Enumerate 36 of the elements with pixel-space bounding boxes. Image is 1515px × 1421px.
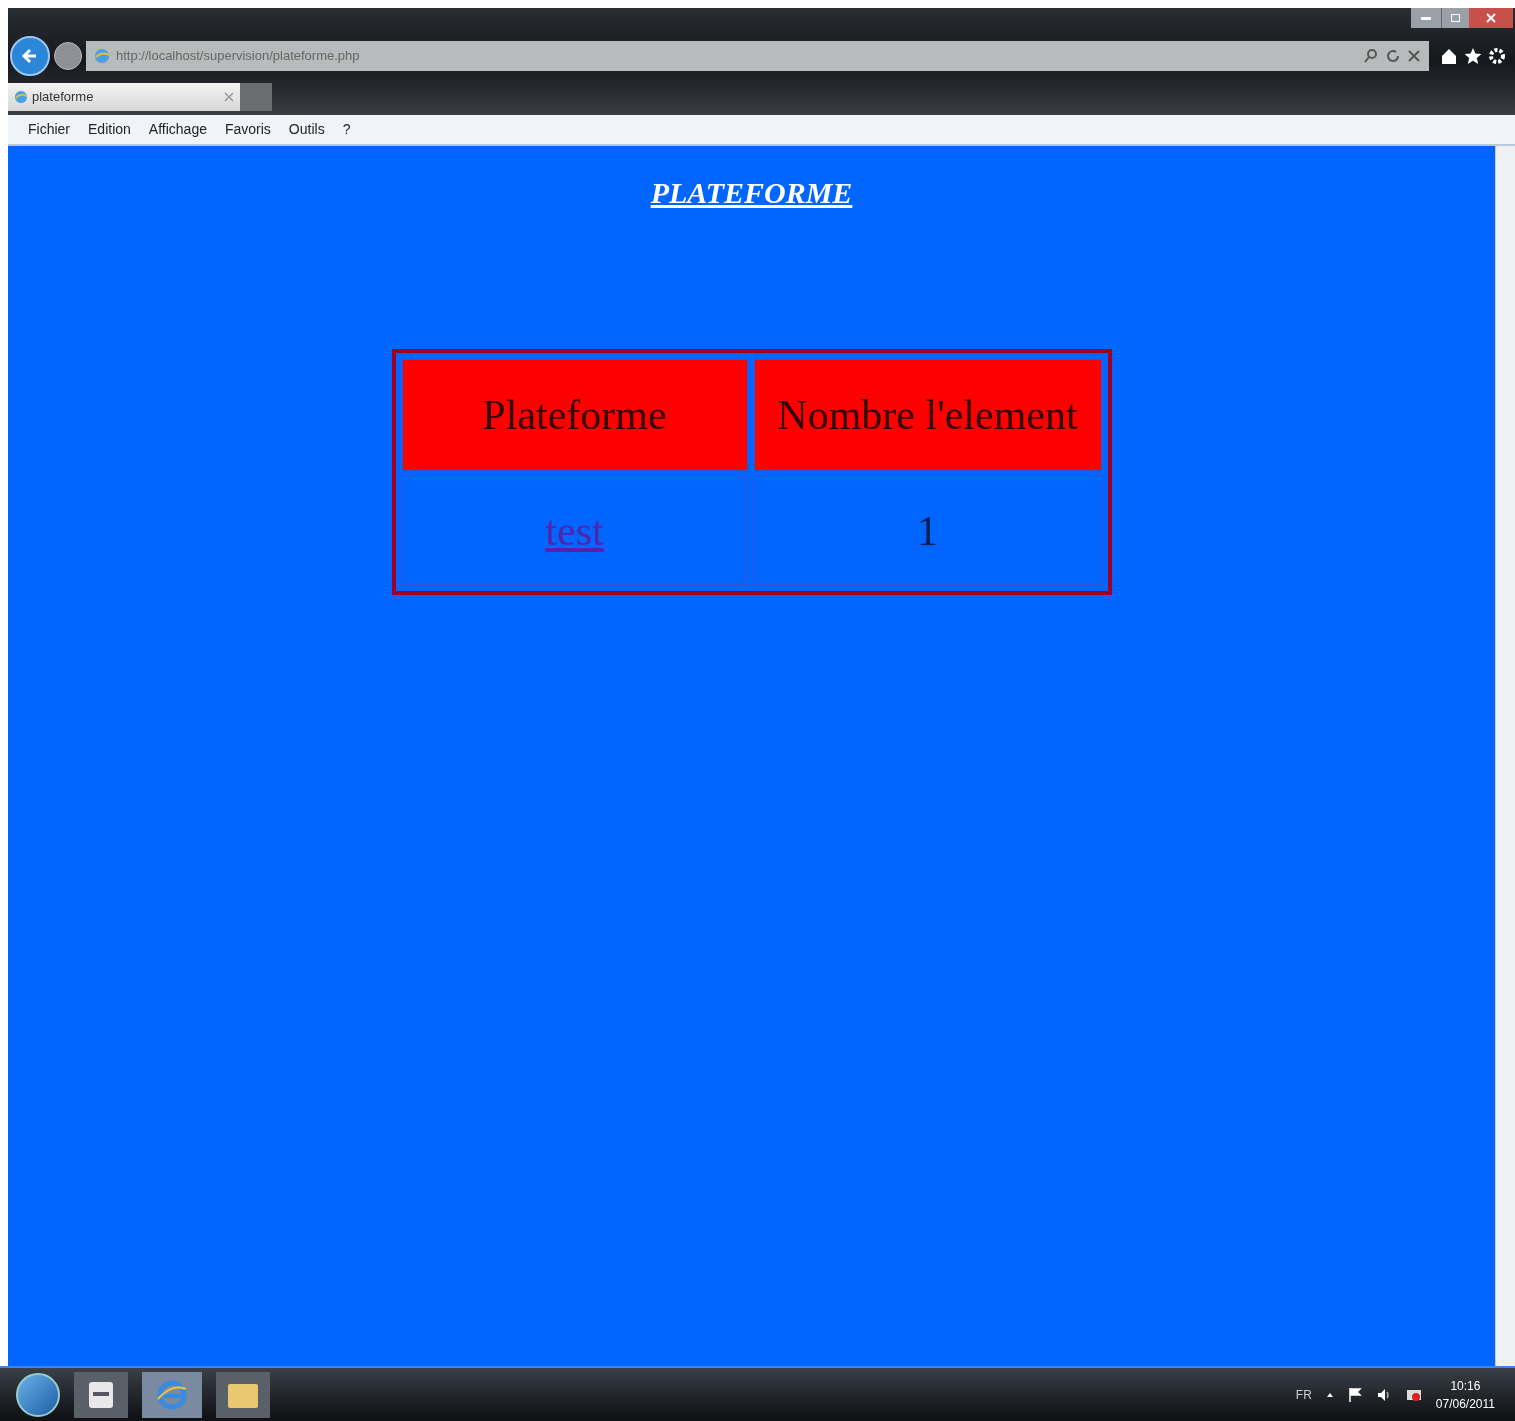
table-cell: 1 [753, 477, 1102, 585]
menu-item[interactable]: Affichage [148, 119, 207, 140]
taskbar-app-icon[interactable] [142, 1371, 202, 1418]
minimize-button[interactable] [1411, 8, 1441, 28]
page-globe-icon [94, 48, 110, 64]
close-icon [1486, 13, 1496, 23]
page-heading: PLATEFORME [650, 175, 853, 211]
home-icon [1439, 46, 1459, 66]
language-indicator: FR [1295, 1386, 1312, 1404]
clock-time: 10:16 [1450, 1377, 1481, 1395]
menu-item[interactable]: Favoris [224, 119, 271, 140]
column-header: Plateforme [401, 359, 748, 471]
flag-icon [1347, 1386, 1362, 1403]
column-header: Nombre l'element [753, 359, 1102, 471]
taskbar-app-icon[interactable] [216, 1371, 270, 1418]
forward-button[interactable] [54, 42, 82, 70]
maximize-button[interactable] [1441, 8, 1469, 28]
stop-icon [1407, 49, 1421, 63]
browser-tab[interactable]: plateforme [8, 83, 240, 111]
clock-date: 07/06/2011 [1435, 1395, 1495, 1413]
globe-e-icon [156, 1378, 188, 1411]
star-icon [1463, 46, 1483, 66]
minimize-icon [1421, 16, 1431, 20]
menu-item[interactable]: ? [342, 119, 351, 140]
search-icon [1363, 48, 1379, 64]
address-text: http://localhost/supervision/plateforme.php [116, 47, 361, 66]
menu-item[interactable]: Edition [88, 119, 131, 140]
menu-item[interactable]: Outils [288, 119, 325, 140]
start-button[interactable] [16, 1372, 60, 1417]
tab-title: plateforme [32, 88, 95, 107]
page-globe-icon [14, 90, 28, 104]
close-icon [224, 92, 234, 102]
taskbar-app-icon[interactable] [74, 1371, 128, 1418]
menu-item[interactable]: Fichier [28, 119, 70, 140]
back-button[interactable] [10, 36, 50, 76]
close-button[interactable] [1469, 8, 1513, 28]
